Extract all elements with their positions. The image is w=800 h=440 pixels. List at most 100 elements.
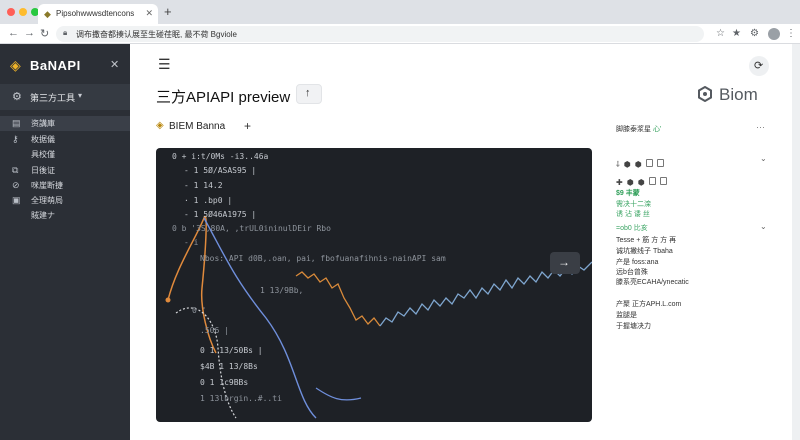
- status-sub-1: 需决十二滦: [616, 201, 651, 208]
- bookmark-icon[interactable]: ☆: [716, 28, 725, 39]
- blue-curve: [203, 217, 317, 419]
- arrow-icon[interactable]: ⸸: [616, 159, 620, 170]
- sidebar-item-label: 賊建ナ: [31, 211, 55, 220]
- code-line: · 1 .bp0 |: [184, 196, 233, 205]
- browser-toolbar: ← → ↻ 🔒︎ 调布撒奋都揍认展至生碰荏眠, 最不荷 Bgviole ☆ ★ …: [0, 24, 800, 44]
- code-line: 0 1 13/50Bs |: [200, 346, 263, 355]
- hexagon-logo-icon: [698, 86, 712, 102]
- pin-icon[interactable]: ✚: [616, 178, 623, 187]
- gear-icon: ⚙: [12, 91, 22, 103]
- list-item[interactable]: 产是 foss:ana: [616, 257, 658, 267]
- list-item[interactable]: 产聚 正方APH.L.com: [616, 299, 681, 309]
- favicon-icon: ◆: [44, 9, 51, 19]
- collapse-button[interactable]: ↑: [296, 84, 322, 104]
- code-line: - i: [184, 238, 199, 247]
- sidebar-item-monitor[interactable]: ⊘ 咪崖断捷: [0, 178, 130, 193]
- tab-close-icon[interactable]: ✕: [145, 8, 153, 19]
- code-line: - 1 5Ø46A1975 |: [184, 210, 257, 219]
- chevron-down-icon: ▾: [78, 91, 83, 100]
- right-panel-accent: 心': [652, 126, 662, 133]
- list-item[interactable]: Tesse + 筋 方 方 再: [616, 235, 676, 245]
- star-icon[interactable]: ★: [732, 28, 741, 39]
- sync-icon-2[interactable]: ⬢: [638, 178, 645, 187]
- sidebar-item-label: 枚据儀: [31, 135, 55, 144]
- lock-icon: 🔒︎: [63, 28, 68, 37]
- window-close-dot[interactable]: [7, 8, 15, 16]
- right-panel-title: 脚膝泰浆星: [616, 126, 653, 133]
- key-icon: ⚷: [12, 134, 19, 144]
- preview-panel[interactable]: 0 + i:t/0Ms -i3..46a - 1 5Ø/ASAS95 | - 1…: [156, 148, 592, 422]
- browser-tab-bar: ◆ Pipsohwwwsdtencons ✕ +: [0, 0, 800, 24]
- sidebar-item-logs[interactable]: ⧉ 日後证: [0, 163, 130, 178]
- sidebar-item-security[interactable]: ▣ 全理萌局: [0, 193, 130, 208]
- sidebar-item-data[interactable]: ⚷ 枚据儀: [0, 132, 130, 147]
- arrow-right-icon: →: [558, 255, 570, 269]
- extension-icon[interactable]: ⚙: [750, 28, 759, 39]
- list-item[interactable]: 诚坑撇线子 Tbaha: [616, 246, 673, 256]
- brand-logo-icon: ◈: [10, 57, 21, 73]
- sync-icon[interactable]: ⬢: [627, 178, 634, 187]
- code-line: 0 ': [192, 306, 207, 315]
- sidebar-item-resources[interactable]: ▤ 资講庫: [0, 116, 130, 131]
- next-arrow-button[interactable]: →: [550, 252, 580, 274]
- code-line: 0 b '3S,80A, ,trUL0ininulDEir Rbo: [172, 224, 331, 233]
- chevron-up-icon: ↑: [305, 87, 311, 99]
- right-panel-toolbar-2: ✚ ⬢ ⬢: [616, 172, 671, 187]
- more-options-icon[interactable]: ···: [756, 122, 765, 132]
- page-title: 三方APIAPI preview: [156, 89, 291, 106]
- sidebar-close-icon[interactable]: ✕: [110, 58, 119, 71]
- code-line: 1 13/9Bb,: [260, 286, 304, 295]
- sync-icon[interactable]: ⬢: [624, 160, 631, 169]
- back-icon[interactable]: ←: [8, 27, 19, 39]
- section-title: BIEM Banna: [169, 121, 226, 132]
- window-minimize-dot[interactable]: [19, 8, 27, 16]
- square-icon[interactable]: [659, 176, 667, 185]
- browser-tab[interactable]: ◆ Pipsohwwwsdtencons ✕: [38, 4, 158, 24]
- workspace-label: 第三方工具: [30, 93, 76, 103]
- workspace-selector[interactable]: ⚙ 第三方工具 ▾: [0, 84, 130, 110]
- list-item[interactable]: 滕系亮ECAHA/ynecatic: [616, 277, 689, 287]
- list-item[interactable]: =ob0 比亥: [616, 223, 648, 233]
- orange-signal-line: [295, 271, 381, 327]
- list-item[interactable]: 远b台曾殊: [616, 267, 648, 277]
- address-bar[interactable]: 🔒︎ 调布撒奋都揍认展至生碰荏眠, 最不荷 Bgviole: [56, 26, 704, 42]
- sidebar: ◈ BaNAPI ✕ ⚙ 第三方工具 ▾ ▤ 资講庫 ⚷ 枚据儀 具校僅 ⧉ 日…: [0, 44, 130, 440]
- add-icon[interactable]: +: [244, 119, 251, 133]
- menu-kebab-icon[interactable]: ⋮: [786, 28, 796, 39]
- square-icon[interactable]: [656, 158, 664, 167]
- sidebar-item-label: 全理萌局: [31, 196, 63, 205]
- chevron-down-icon[interactable]: ⌄: [760, 222, 767, 231]
- chevron-down-icon[interactable]: ⌄: [760, 154, 767, 163]
- code-line: $4B 1 13/8Bs: [200, 362, 258, 371]
- sidebar-item-label: 咪崖断捷: [31, 181, 63, 190]
- code-line: Nbos: API d0B,.oan, pai, fbofuanafihnis-…: [200, 254, 446, 263]
- url-text: 调布撒奋都揍认展至生碰荏眠, 最不荷 Bgviole: [76, 30, 237, 39]
- curve-start-dot: [165, 297, 171, 303]
- scrollbar-track[interactable]: [792, 44, 800, 440]
- refresh-badge-button[interactable]: ⟳: [749, 56, 769, 76]
- right-panel-toolbar-1: ⸸ ⬢ ⬢: [616, 154, 668, 169]
- copy-icon: ⧉: [12, 165, 19, 175]
- forward-icon[interactable]: →: [24, 27, 35, 39]
- logo-text: Biom: [719, 85, 758, 104]
- sidebar-item-builder[interactable]: 賊建ナ: [0, 208, 130, 223]
- code-line: - 1 5Ø/ASAS95 |: [184, 166, 257, 175]
- list-item[interactable]: 于握塘决力: [616, 321, 651, 331]
- sidebar-item-label: 资講庫: [31, 119, 55, 128]
- code-line: 0 1 1c9BBs: [200, 378, 249, 387]
- profile-avatar[interactable]: [768, 28, 780, 40]
- right-panel-header: 脚膝泰浆星 心': [616, 124, 661, 134]
- code-line: .506 |: [200, 326, 229, 335]
- square-icon[interactable]: [648, 176, 656, 185]
- hamburger-menu-icon[interactable]: ☰: [158, 56, 171, 73]
- reload-icon[interactable]: ↻: [40, 27, 49, 40]
- new-tab-icon[interactable]: +: [164, 4, 172, 19]
- section-icon: ◈: [156, 120, 164, 131]
- sidebar-item-label: 具校僅: [31, 150, 55, 159]
- sidebar-item-tools[interactable]: 具校僅: [0, 147, 130, 162]
- square-icon[interactable]: [645, 158, 653, 167]
- list-item[interactable]: 监腿是: [616, 310, 637, 320]
- sync-icon-2[interactable]: ⬢: [635, 160, 642, 169]
- chart-icon: ⊘: [12, 180, 20, 190]
- tab-title: Pipsohwwwsdtencons: [56, 9, 135, 18]
